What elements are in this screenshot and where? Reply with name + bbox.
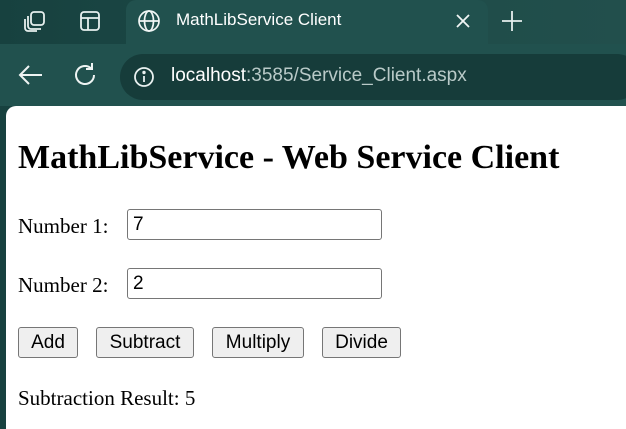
page-content: MathLibService - Web Service Client Numb… <box>6 106 626 429</box>
globe-icon <box>136 8 162 34</box>
multiply-button[interactable]: Multiply <box>212 327 304 358</box>
number1-input[interactable] <box>127 209 382 240</box>
back-arrow-icon[interactable] <box>16 60 46 90</box>
result-value: 5 <box>184 386 196 410</box>
page-title: MathLibService - Web Service Client <box>18 139 560 176</box>
subtract-button[interactable]: Subtract <box>96 327 194 358</box>
number2-label: Number 2: <box>18 273 109 297</box>
tab-actions-icon[interactable] <box>75 6 105 36</box>
tab-strip: MathLibService Client <box>0 0 626 44</box>
url-text: localhost:3585/Service_Client.aspx <box>171 65 467 87</box>
result-text: Subtraction Result: 5 <box>18 386 195 411</box>
url-host: localhost <box>171 65 246 86</box>
browser-toolbar: localhost:3585/Service_Client.aspx <box>0 44 626 106</box>
workspaces-icon[interactable] <box>20 6 50 36</box>
plus-icon[interactable] <box>497 6 527 36</box>
tab-title: MathLibService Client <box>176 10 342 29</box>
add-button[interactable]: Add <box>18 327 78 358</box>
refresh-icon[interactable] <box>70 60 100 90</box>
result-label: Subtraction Result: <box>18 386 180 410</box>
number1-label: Number 1: <box>18 214 109 238</box>
active-tab[interactable]: MathLibService Client <box>126 0 488 44</box>
url-path: :3585/Service_Client.aspx <box>246 65 467 86</box>
close-icon[interactable] <box>452 10 474 32</box>
number2-input[interactable] <box>127 268 382 299</box>
divide-button[interactable]: Divide <box>322 327 401 358</box>
address-bar[interactable]: localhost:3585/Service_Client.aspx <box>120 54 626 100</box>
info-icon[interactable] <box>132 65 156 89</box>
